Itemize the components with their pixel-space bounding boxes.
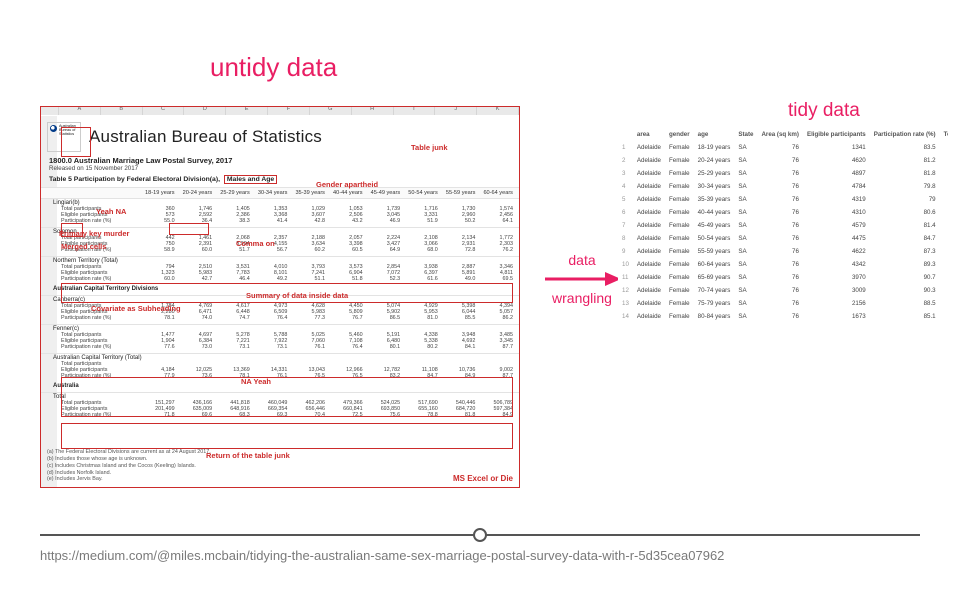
progress-divider bbox=[40, 528, 920, 542]
arrow-group: data wrangling bbox=[532, 250, 632, 308]
annotation-box-comma bbox=[169, 223, 209, 235]
table-row: 5AdelaideFemale35-39 yearsSA764319793411… bbox=[618, 193, 948, 206]
table-row: 13AdelaideFemale75-79 yearsSA76215688.51… bbox=[618, 297, 948, 310]
table-caption: Table 5 Participation by Federal Elector… bbox=[41, 174, 519, 187]
division-block: Northern Territory (Total)Total particip… bbox=[41, 256, 519, 285]
tidy-table: areagenderageStateArea (sq km)Eligible p… bbox=[618, 128, 948, 378]
table-row: 7AdelaideFemale45-49 yearsSA76457981.437… bbox=[618, 219, 948, 232]
division-block: Fenner(c)Total participants1,4774,6975,2… bbox=[41, 324, 519, 353]
table-row: 9AdelaideFemale55-59 yearsSA76462287.340… bbox=[618, 245, 948, 258]
tidy-col-header: State bbox=[734, 128, 757, 141]
table-row: 4AdelaideFemale30-34 yearsSA76478479.838… bbox=[618, 180, 948, 193]
annotation-comma: Comma on bbox=[236, 239, 275, 248]
table-row: 14AdelaideFemale80-84 yearsSA76167385.11… bbox=[618, 310, 948, 323]
annotation-box-pk bbox=[61, 223, 83, 237]
tidy-col-header: Total participants bbox=[940, 128, 948, 141]
annotation-box-australia bbox=[61, 423, 513, 449]
annotation-yeah-na: Yeah NA bbox=[96, 207, 126, 216]
table-row: 1AdelaideFemale18-19 yearsSA76134183.511… bbox=[618, 141, 948, 154]
annotation-table-junk: Table junk bbox=[411, 143, 448, 152]
footnotes: (a) The Federal Electoral Divisions are … bbox=[47, 449, 211, 483]
annotation-return-junk: Return of the table junk bbox=[206, 451, 290, 460]
annotation-box-nayeah bbox=[61, 377, 513, 417]
table-row: 11AdelaideFemale65-69 yearsSA76397090.73… bbox=[618, 271, 948, 284]
arrow-label-top: data bbox=[532, 252, 632, 268]
heading-untidy: untidy data bbox=[210, 52, 337, 83]
annotation-box-logo bbox=[61, 127, 91, 157]
survey-title: 1800.0 Australian Marriage Law Postal Su… bbox=[41, 154, 519, 165]
table-row: 8AdelaideFemale50-54 yearsSA76447584.737… bbox=[618, 232, 948, 245]
heading-tidy: tidy data bbox=[788, 100, 860, 122]
tidy-col-header: area bbox=[633, 128, 665, 141]
tidy-col-header: Eligible participants bbox=[803, 128, 870, 141]
table-row: 6AdelaideFemale40-44 yearsSA76431080.634… bbox=[618, 206, 948, 219]
table-row: 2AdelaideFemale20-24 yearsSA76462081.237… bbox=[618, 154, 948, 167]
untidy-screenshot: ABCDEFGHIJK Australian Bureau of Statist… bbox=[40, 106, 520, 488]
abs-title: Australian Bureau of Statistics bbox=[89, 127, 322, 147]
table-row: 3AdelaideFemale25-29 yearsSA76489781.840… bbox=[618, 167, 948, 180]
source-url: https://medium.com/@miles.mcbain/tidying… bbox=[40, 548, 724, 563]
progress-dot-icon bbox=[473, 528, 487, 542]
release-date: Released on 15 November 2017 bbox=[41, 165, 519, 174]
tidy-col-header: age bbox=[694, 128, 735, 141]
annotation-box-summary bbox=[61, 283, 513, 303]
age-column-headers: 18-19 years20-24 years 25-29 years30-34 … bbox=[41, 187, 519, 198]
table-row: 10AdelaideFemale60-64 yearsSA76434289.33… bbox=[618, 258, 948, 271]
tidy-col-header: Area (sq km) bbox=[757, 128, 802, 141]
arrow-icon bbox=[543, 270, 621, 288]
excel-column-letters: ABCDEFGHIJK bbox=[41, 106, 519, 115]
tidy-col-header: Participation rate (%) bbox=[870, 128, 940, 141]
annotation-gender: Gender apartheid bbox=[316, 180, 378, 189]
tidy-col-header: gender bbox=[665, 128, 694, 141]
table-row: 12AdelaideFemale70-74 yearsSA76300990.32… bbox=[618, 284, 948, 297]
annotation-ms-excel: MS Excel or Die bbox=[453, 474, 513, 483]
annotation-covariate: Covariate as Subheading bbox=[91, 304, 181, 313]
annotation-merged: Merged cells bbox=[61, 242, 106, 251]
arrow-label-bottom: wrangling bbox=[532, 290, 632, 306]
